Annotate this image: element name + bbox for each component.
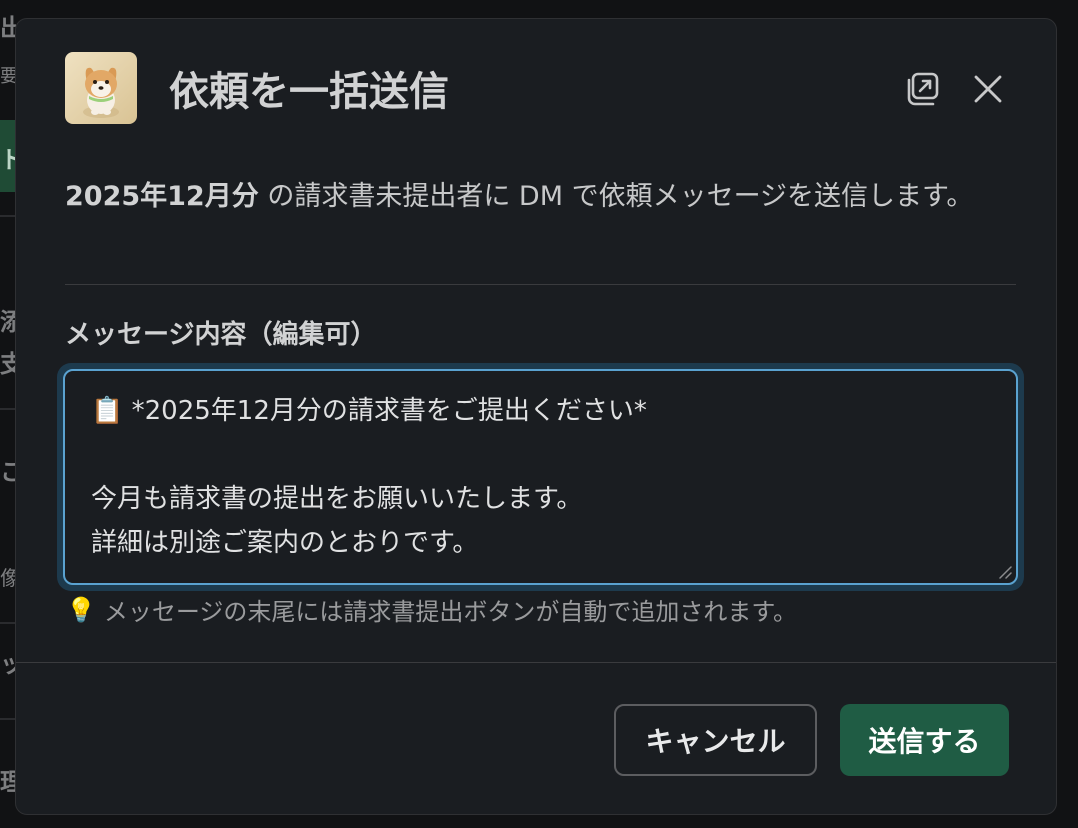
cancel-button[interactable]: キャンセル [614, 704, 817, 776]
close-button[interactable] [964, 65, 1012, 113]
bulk-request-dialog: 依頼を一括送信 2025年12月分 の請求書未提出者に DM で依頼メッセージを… [15, 18, 1057, 815]
background-divider [0, 215, 16, 217]
shiba-dog-avatar-icon [65, 52, 137, 124]
background-text-fragment: こ [0, 458, 16, 486]
dialog-title: 依頼を一括送信 [169, 69, 449, 115]
close-icon [974, 75, 1002, 103]
hint-text: メッセージの末尾には請求書提出ボタンが自動で追加されます。 [103, 598, 798, 626]
dialog-description: 2025年12月分 の請求書未提出者に DM で依頼メッセージを送信します。 [65, 175, 1015, 219]
send-button[interactable]: 送信する [840, 704, 1009, 776]
section-divider [65, 284, 1016, 285]
background-text-fragment: 添 [0, 308, 16, 336]
background-text-fragment: 像 [0, 566, 16, 590]
background-text-fragment: ト [0, 146, 16, 174]
open-in-new-window-icon [907, 72, 939, 106]
message-line [91, 433, 990, 477]
footer-divider [16, 662, 1056, 663]
message-textarea[interactable]: 📋 *2025年12月分の請求書をご提出ください* 今月も請求書の提出をお願いい… [63, 369, 1018, 585]
background-text-fragment: 出 [0, 14, 16, 42]
background-divider [0, 408, 16, 410]
background-text-fragment: 理 [0, 768, 16, 796]
open-in-new-window-button[interactable] [898, 65, 946, 113]
background-text-fragment: 要 [0, 66, 16, 87]
background-text-fragment: ット [0, 650, 16, 678]
message-line: 詳細は別途ご案内のとおりです。 [91, 528, 479, 558]
resize-handle-icon[interactable] [998, 565, 1012, 579]
message-line: 今月も請求書の提出をお願いいたします。 [91, 484, 583, 514]
message-field-label: メッセージ内容（編集可） [65, 320, 377, 350]
background-text-fragment: 支 [0, 350, 16, 378]
target-month: 2025年12月分 [65, 181, 259, 212]
message-line: 📋 *2025年12月分の請求書をご提出ください* [91, 396, 647, 426]
message-textarea-focus-ring: 📋 *2025年12月分の請求書をご提出ください* 今月も請求書の提出をお願いい… [57, 363, 1024, 591]
description-text: の請求書未提出者に DM で依頼メッセージを送信します。 [258, 181, 974, 212]
background-divider [0, 622, 16, 624]
hint-note: 💡 メッセージの末尾には請求書提出ボタンが自動で追加されます。 [66, 592, 797, 627]
lightbulb-icon: 💡 [66, 595, 96, 624]
background-divider [0, 718, 16, 720]
